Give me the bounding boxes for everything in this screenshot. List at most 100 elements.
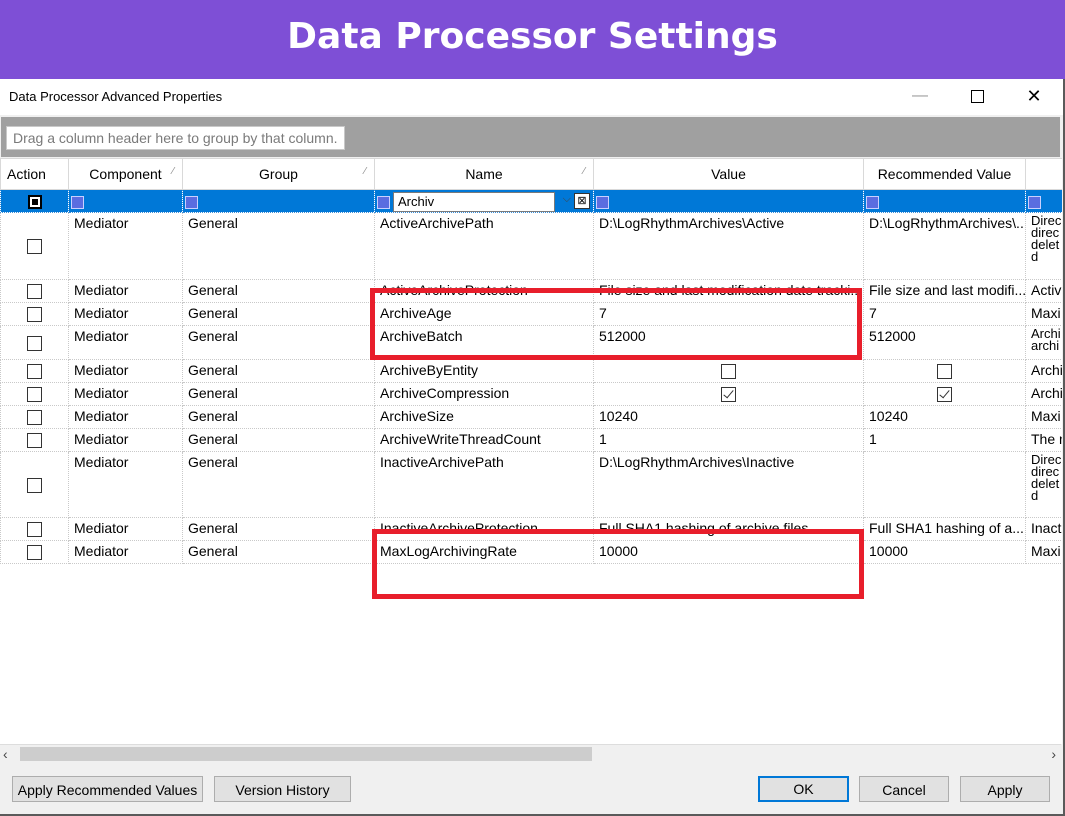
table-row[interactable]: Mediator General ArchiveSize 10240 10240…: [0, 405, 1062, 429]
row-action-checkbox[interactable]: [27, 477, 42, 493]
row-action-cell[interactable]: [0, 451, 69, 518]
row-action-cell[interactable]: [0, 359, 69, 383]
chevron-down-icon[interactable]: ⌵: [563, 193, 571, 206]
banner-title: Data Processor Settings: [287, 16, 778, 57]
cancel-button[interactable]: Cancel: [859, 776, 949, 802]
value-cell[interactable]: [593, 382, 864, 406]
dialog-titlebar: Data Processor Advanced Properties — ✕: [0, 79, 1063, 115]
column-filter-icon[interactable]: ⁄: [172, 166, 174, 177]
properties-table: Action Component ⁄ Group ⁄ Name ⁄ Value Rec…: [0, 158, 1062, 564]
row-action-cell[interactable]: [0, 325, 69, 360]
row-action-checkbox[interactable]: [27, 433, 42, 449]
table-row[interactable]: Mediator General ArchiveCompression Arch…: [0, 382, 1062, 406]
row-action-cell[interactable]: [0, 405, 69, 429]
horizontal-scrollbar[interactable]: ‹ ›: [0, 744, 1061, 763]
recommended-cell: 512000: [863, 325, 1026, 360]
row-action-checkbox[interactable]: [27, 522, 42, 538]
filter-cell-recommended[interactable]: [863, 189, 1026, 213]
name-cell: ArchiveCompression: [374, 382, 594, 406]
scroll-right-icon[interactable]: ›: [1051, 745, 1056, 763]
row-action-checkbox[interactable]: [27, 410, 42, 426]
filter-cell-description[interactable]: [1025, 189, 1062, 213]
column-group-label: Group: [259, 166, 298, 182]
description-cell: Maxi: [1025, 405, 1062, 429]
filter-cell-name[interactable]: Archiv ⌵ ⊠: [374, 189, 594, 213]
table-row[interactable]: Mediator General ArchiveAge 7 7 Maxi: [0, 302, 1062, 326]
maximize-button[interactable]: [962, 85, 992, 107]
clear-filter-icon[interactable]: ⊠: [574, 193, 590, 209]
filter-cell-group[interactable]: [182, 189, 375, 213]
recommended-cell: 7: [863, 302, 1026, 326]
column-header-value[interactable]: Value: [593, 158, 864, 190]
apply-button[interactable]: Apply: [960, 776, 1050, 802]
table-row[interactable]: Mediator General ArchiveWriteThreadCount…: [0, 428, 1062, 452]
group-by-panel[interactable]: Drag a column header here to group by th…: [1, 117, 1060, 157]
value-checkbox-checked[interactable]: [721, 387, 736, 403]
value-checkbox[interactable]: [721, 364, 736, 380]
close-button[interactable]: ✕: [1019, 85, 1049, 107]
row-action-cell[interactable]: [0, 279, 69, 303]
row-action-checkbox[interactable]: [27, 364, 42, 380]
table-row[interactable]: Mediator General ArchiveByEntity Archi: [0, 359, 1062, 383]
filter-action-checkbox[interactable]: [27, 195, 42, 210]
table-row[interactable]: Mediator General ActiveArchivePath D:\Lo…: [0, 212, 1062, 280]
recommended-cell: Full SHA1 hashing of a...: [863, 517, 1026, 541]
row-action-cell[interactable]: [0, 428, 69, 452]
filter-cell-value[interactable]: [593, 189, 864, 213]
row-action-checkbox[interactable]: [27, 545, 42, 561]
component-cell: Mediator: [68, 359, 183, 383]
row-action-checkbox[interactable]: [27, 387, 42, 403]
value-cell[interactable]: 10000: [593, 540, 864, 564]
minimize-button[interactable]: —: [905, 85, 935, 107]
value-cell[interactable]: 7: [593, 302, 864, 326]
column-header-description[interactable]: [1025, 158, 1062, 190]
filter-icon[interactable]: [1028, 195, 1041, 209]
row-action-cell[interactable]: [0, 212, 69, 280]
row-action-checkbox[interactable]: [27, 239, 42, 255]
table-row[interactable]: Mediator General ArchiveBatch 512000 512…: [0, 325, 1062, 360]
ok-button[interactable]: OK: [758, 776, 849, 802]
row-action-checkbox[interactable]: [27, 284, 42, 300]
column-header-action[interactable]: Action: [0, 158, 69, 190]
scroll-left-icon[interactable]: ‹: [3, 745, 8, 763]
apply-recommended-button[interactable]: Apply Recommended Values: [12, 776, 203, 802]
row-action-cell[interactable]: [0, 382, 69, 406]
row-action-cell[interactable]: [0, 517, 69, 541]
filter-icon[interactable]: [866, 195, 879, 209]
row-action-cell[interactable]: [0, 302, 69, 326]
table-row[interactable]: Mediator General ActiveArchiveProtection…: [0, 279, 1062, 303]
filter-icon[interactable]: [185, 195, 198, 209]
filter-icon[interactable]: [377, 195, 390, 209]
column-filter-icon[interactable]: ⁄: [364, 166, 366, 177]
value-cell[interactable]: 1: [593, 428, 864, 452]
column-filter-icon[interactable]: ⁄: [583, 166, 585, 177]
value-cell[interactable]: 512000: [593, 325, 864, 360]
table-row[interactable]: Mediator General InactiveArchiveProtecti…: [0, 517, 1062, 541]
filter-icon[interactable]: [71, 195, 84, 209]
name-filter-input[interactable]: Archiv: [393, 192, 555, 212]
row-action-cell[interactable]: [0, 540, 69, 564]
column-header-name[interactable]: Name ⁄: [374, 158, 594, 190]
value-cell[interactable]: 10240: [593, 405, 864, 429]
version-history-button[interactable]: Version History: [214, 776, 351, 802]
value-cell[interactable]: File size and last modification date tra…: [593, 279, 864, 303]
recommended-cell: File size and last modifi...: [863, 279, 1026, 303]
row-action-checkbox[interactable]: [27, 335, 42, 351]
scrollbar-thumb[interactable]: [20, 747, 592, 761]
name-cell: ArchiveSize: [374, 405, 594, 429]
table-row[interactable]: Mediator General InactiveArchivePath D:\…: [0, 451, 1062, 518]
table-row[interactable]: Mediator General MaxLogArchivingRate 100…: [0, 540, 1062, 564]
column-header-group[interactable]: Group ⁄: [182, 158, 375, 190]
filter-cell-action[interactable]: [0, 189, 69, 213]
filter-icon[interactable]: [596, 195, 609, 209]
value-cell[interactable]: D:\LogRhythmArchives\Active: [593, 212, 864, 280]
component-cell: Mediator: [68, 540, 183, 564]
value-cell[interactable]: [593, 359, 864, 383]
row-action-checkbox[interactable]: [27, 307, 42, 323]
value-cell[interactable]: Full SHA1 hashing of archive files: [593, 517, 864, 541]
column-header-component[interactable]: Component ⁄: [68, 158, 183, 190]
column-header-recommended[interactable]: Recommended Value: [863, 158, 1026, 190]
value-cell[interactable]: D:\LogRhythmArchives\Inactive: [593, 451, 864, 518]
filter-cell-component[interactable]: [68, 189, 183, 213]
name-cell: ArchiveAge: [374, 302, 594, 326]
